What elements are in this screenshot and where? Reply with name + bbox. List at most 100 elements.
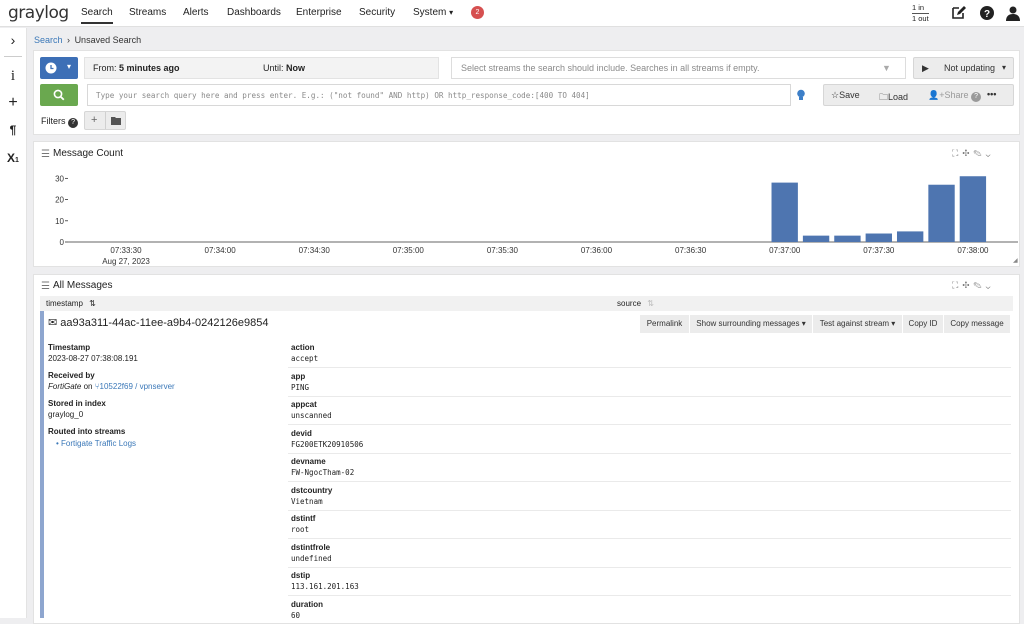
x-tick-label: 07:34:00 — [205, 246, 237, 255]
stream-link[interactable]: • Fortigate Traffic Logs — [56, 439, 136, 448]
expand-sidebar-icon[interactable]: › — [0, 32, 26, 48]
test-against-stream-button[interactable]: Test against stream ▾ — [813, 315, 903, 333]
chevron-down-icon: ▾ — [67, 62, 72, 71]
help-icon: ? — [971, 92, 982, 102]
edit-icon[interactable]: ✎ — [973, 280, 985, 290]
user-icon[interactable] — [1005, 5, 1021, 21]
info-icon[interactable]: i — [0, 68, 26, 85]
show-surrounding-button[interactable]: Show surrounding messages ▾ — [690, 315, 813, 333]
notification-badge[interactable]: 2 — [471, 6, 484, 19]
chevron-down-icon[interactable]: ⌄ — [986, 280, 995, 290]
chevron-down-icon[interactable]: ⌄ — [986, 148, 995, 158]
chart-bar — [771, 182, 798, 242]
time-range-type-button[interactable]: ▾ — [40, 57, 78, 79]
copy-message-button[interactable]: Copy message — [944, 315, 1011, 333]
load-search-button[interactable]: 🗀Load — [879, 90, 908, 106]
field-value-devid[interactable]: FG200ETK20910506 — [291, 440, 363, 449]
nav-dashboards[interactable]: Dashboards — [227, 7, 281, 18]
nav-alerts[interactable]: Alerts — [183, 7, 209, 18]
x-tick-label: 07:37:30 — [863, 246, 895, 255]
edit-icon[interactable] — [950, 5, 966, 21]
field-separator — [288, 452, 1011, 454]
input-name: FortiGate — [48, 382, 82, 391]
chevron-down-icon: ▼ — [882, 63, 891, 73]
nav-security[interactable]: Security — [359, 7, 395, 18]
share-search-button[interactable]: 👤+Share ? — [928, 90, 982, 102]
field-key-appcat[interactable]: appcat — [291, 400, 317, 409]
nav-search[interactable]: Search — [81, 7, 113, 24]
field-key-dstip[interactable]: dstip — [291, 571, 310, 580]
widget-title: All Messages — [53, 280, 113, 291]
nav-enterprise[interactable]: Enterprise — [296, 7, 342, 18]
x-tick-label: 07:35:30 — [487, 246, 519, 255]
paragraph-icon[interactable]: ¶ — [0, 123, 26, 137]
field-key-action[interactable]: action — [291, 343, 315, 352]
field-value-app[interactable]: PING — [291, 383, 309, 392]
nav-streams[interactable]: Streams — [129, 7, 166, 18]
copy-id-button[interactable]: Copy ID — [903, 315, 944, 333]
field-value-action[interactable]: accept — [291, 354, 318, 363]
drag-handle-icon[interactable]: ☰ — [41, 149, 50, 160]
field-key-duration[interactable]: duration — [291, 600, 323, 609]
help-icon[interactable]: ? — [979, 5, 995, 21]
refresh-control[interactable]: ▶ Not updating ▾ — [913, 57, 1014, 79]
field-key-dstintf[interactable]: dstintf — [291, 514, 315, 523]
field-key-dstcountry[interactable]: dstcountry — [291, 486, 332, 495]
filters-label: Filters ? — [41, 116, 79, 128]
y-tick-label: 0 — [60, 238, 65, 247]
filter-buttons: + — [84, 111, 126, 130]
sort-icon[interactable]: ⇅ — [89, 299, 96, 308]
breadcrumb-search-link[interactable]: Search — [34, 35, 63, 45]
stream-select[interactable]: Select streams the search should include… — [451, 57, 906, 79]
field-value-dstip[interactable]: 113.161.201.163 — [291, 582, 359, 591]
subscript-icon[interactable]: X1 — [0, 151, 26, 165]
field-value-appcat[interactable]: unscanned — [291, 411, 332, 420]
field-value-dstintfrole[interactable]: undefined — [291, 554, 332, 563]
x-tick-label: 07:36:00 — [581, 246, 613, 255]
more-actions-button[interactable]: ••• — [987, 89, 996, 99]
chart-bar — [802, 235, 830, 242]
message-count-chart: 0 10 20 30 07:33:30 07:34:00 07:34:30 07:35:00 0… — [55, 174, 1018, 266]
field-key-app[interactable]: app — [291, 372, 305, 381]
field-value-dstintf[interactable]: root — [291, 525, 309, 534]
sort-icon[interactable]: ⇅ — [647, 299, 654, 308]
x-tick-label: 07:34:30 — [299, 246, 331, 255]
search-button[interactable] — [40, 84, 78, 106]
field-key-devname[interactable]: devname — [291, 457, 326, 466]
field-value-duration[interactable]: 60 — [291, 611, 300, 620]
focus-icon[interactable]: ⛶ — [952, 148, 962, 158]
help-icon[interactable]: ? — [68, 118, 79, 128]
search-query-input[interactable]: Type your search query here and press en… — [87, 84, 791, 106]
folder-icon[interactable] — [111, 116, 121, 125]
chart-bar — [959, 176, 987, 242]
drag-handle-icon[interactable]: ☰ — [41, 281, 50, 292]
add-filter-button[interactable]: + — [91, 114, 97, 126]
column-header-source[interactable]: source ⇅ — [617, 299, 654, 308]
throughput-indicator[interactable]: 1 in 1 out — [912, 3, 929, 24]
field-value-dstcountry[interactable]: Vietnam — [291, 497, 323, 506]
column-header-timestamp[interactable]: timestamp ⇅ — [46, 299, 96, 308]
time-range-display[interactable]: From: 5 minutes ago Until: Now — [84, 57, 439, 79]
y-tick-label: 10 — [55, 217, 64, 226]
expand-icon[interactable]: ✣ — [962, 148, 973, 158]
field-key-dstintfrole[interactable]: dstintfrole — [291, 543, 330, 552]
permalink-button[interactable]: Permalink — [640, 315, 690, 333]
add-widget-icon[interactable]: + — [0, 94, 26, 112]
lightbulb-icon[interactable] — [796, 89, 806, 102]
search-bar-panel: ▾ From: 5 minutes ago Until: Now Select … — [33, 50, 1020, 135]
field-value-devname[interactable]: FW-NgocTham-02 — [291, 468, 354, 477]
breadcrumb-current: Unsaved Search — [74, 35, 142, 45]
time-from-value: 5 minutes ago — [119, 63, 180, 73]
nav-system[interactable]: System ▾ — [413, 7, 453, 18]
expand-icon[interactable]: ✣ — [962, 280, 973, 290]
edit-icon[interactable]: ✎ — [973, 148, 985, 158]
field-separator — [288, 595, 1011, 596]
node-link[interactable]: 10522f69 / vpnserver — [100, 382, 175, 391]
resize-handle-icon[interactable]: ◢ — [1013, 257, 1018, 264]
x-tick-label: 07:35:00 — [393, 246, 425, 255]
graylog-logo[interactable]: graylog — [8, 3, 69, 23]
chart-bar — [834, 235, 861, 242]
save-search-button[interactable]: ☆Save — [831, 90, 860, 101]
field-key-devid[interactable]: devid — [291, 429, 312, 438]
focus-icon[interactable]: ⛶ — [952, 280, 962, 290]
